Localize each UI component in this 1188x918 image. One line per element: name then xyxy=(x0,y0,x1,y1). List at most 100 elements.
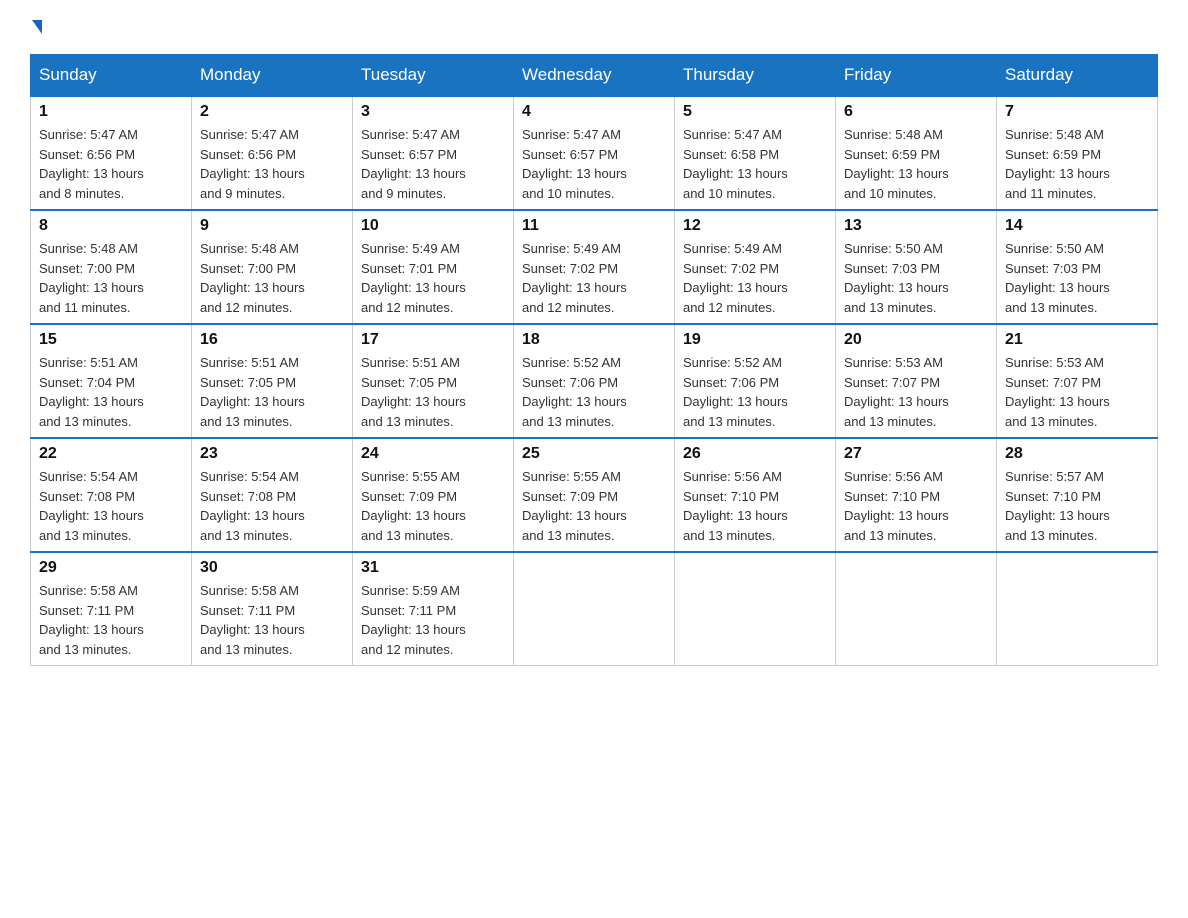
calendar-cell: 27 Sunrise: 5:56 AM Sunset: 7:10 PM Dayl… xyxy=(836,438,997,552)
calendar-cell: 2 Sunrise: 5:47 AM Sunset: 6:56 PM Dayli… xyxy=(192,96,353,210)
day-info: Sunrise: 5:57 AM Sunset: 7:10 PM Dayligh… xyxy=(1005,467,1149,545)
day-number: 1 xyxy=(39,103,183,121)
calendar-header-sunday: Sunday xyxy=(31,55,192,97)
calendar-cell: 17 Sunrise: 5:51 AM Sunset: 7:05 PM Dayl… xyxy=(353,324,514,438)
day-info: Sunrise: 5:48 AM Sunset: 7:00 PM Dayligh… xyxy=(39,239,183,317)
calendar-header-tuesday: Tuesday xyxy=(353,55,514,97)
day-number: 21 xyxy=(1005,331,1149,349)
calendar-cell: 19 Sunrise: 5:52 AM Sunset: 7:06 PM Dayl… xyxy=(675,324,836,438)
day-info: Sunrise: 5:50 AM Sunset: 7:03 PM Dayligh… xyxy=(844,239,988,317)
calendar-cell: 5 Sunrise: 5:47 AM Sunset: 6:58 PM Dayli… xyxy=(675,96,836,210)
calendar-header-row: SundayMondayTuesdayWednesdayThursdayFrid… xyxy=(31,55,1158,97)
day-info: Sunrise: 5:59 AM Sunset: 7:11 PM Dayligh… xyxy=(361,581,505,659)
calendar-cell: 9 Sunrise: 5:48 AM Sunset: 7:00 PM Dayli… xyxy=(192,210,353,324)
day-number: 27 xyxy=(844,445,988,463)
calendar-cell: 11 Sunrise: 5:49 AM Sunset: 7:02 PM Dayl… xyxy=(514,210,675,324)
day-number: 4 xyxy=(522,103,666,121)
calendar-cell: 8 Sunrise: 5:48 AM Sunset: 7:00 PM Dayli… xyxy=(31,210,192,324)
day-number: 10 xyxy=(361,217,505,235)
day-info: Sunrise: 5:48 AM Sunset: 6:59 PM Dayligh… xyxy=(1005,125,1149,203)
calendar-table: SundayMondayTuesdayWednesdayThursdayFrid… xyxy=(30,54,1158,666)
day-number: 13 xyxy=(844,217,988,235)
day-info: Sunrise: 5:52 AM Sunset: 7:06 PM Dayligh… xyxy=(683,353,827,431)
page-header xyxy=(30,20,1158,34)
day-number: 17 xyxy=(361,331,505,349)
day-info: Sunrise: 5:47 AM Sunset: 6:56 PM Dayligh… xyxy=(39,125,183,203)
day-info: Sunrise: 5:47 AM Sunset: 6:56 PM Dayligh… xyxy=(200,125,344,203)
calendar-cell xyxy=(997,552,1158,666)
logo-triangle-icon xyxy=(32,20,42,34)
calendar-cell: 24 Sunrise: 5:55 AM Sunset: 7:09 PM Dayl… xyxy=(353,438,514,552)
day-info: Sunrise: 5:49 AM Sunset: 7:02 PM Dayligh… xyxy=(683,239,827,317)
day-number: 11 xyxy=(522,217,666,235)
calendar-cell: 4 Sunrise: 5:47 AM Sunset: 6:57 PM Dayli… xyxy=(514,96,675,210)
calendar-cell: 13 Sunrise: 5:50 AM Sunset: 7:03 PM Dayl… xyxy=(836,210,997,324)
calendar-cell: 7 Sunrise: 5:48 AM Sunset: 6:59 PM Dayli… xyxy=(997,96,1158,210)
day-info: Sunrise: 5:47 AM Sunset: 6:57 PM Dayligh… xyxy=(361,125,505,203)
day-info: Sunrise: 5:47 AM Sunset: 6:58 PM Dayligh… xyxy=(683,125,827,203)
day-number: 2 xyxy=(200,103,344,121)
calendar-cell: 16 Sunrise: 5:51 AM Sunset: 7:05 PM Dayl… xyxy=(192,324,353,438)
calendar-header-thursday: Thursday xyxy=(675,55,836,97)
calendar-cell: 18 Sunrise: 5:52 AM Sunset: 7:06 PM Dayl… xyxy=(514,324,675,438)
day-info: Sunrise: 5:51 AM Sunset: 7:05 PM Dayligh… xyxy=(200,353,344,431)
day-info: Sunrise: 5:55 AM Sunset: 7:09 PM Dayligh… xyxy=(522,467,666,545)
calendar-header-saturday: Saturday xyxy=(997,55,1158,97)
day-number: 29 xyxy=(39,559,183,577)
day-info: Sunrise: 5:56 AM Sunset: 7:10 PM Dayligh… xyxy=(844,467,988,545)
calendar-cell: 22 Sunrise: 5:54 AM Sunset: 7:08 PM Dayl… xyxy=(31,438,192,552)
day-info: Sunrise: 5:48 AM Sunset: 6:59 PM Dayligh… xyxy=(844,125,988,203)
calendar-cell: 29 Sunrise: 5:58 AM Sunset: 7:11 PM Dayl… xyxy=(31,552,192,666)
day-info: Sunrise: 5:49 AM Sunset: 7:02 PM Dayligh… xyxy=(522,239,666,317)
day-number: 12 xyxy=(683,217,827,235)
day-info: Sunrise: 5:58 AM Sunset: 7:11 PM Dayligh… xyxy=(200,581,344,659)
calendar-week-5: 29 Sunrise: 5:58 AM Sunset: 7:11 PM Dayl… xyxy=(31,552,1158,666)
calendar-cell: 21 Sunrise: 5:53 AM Sunset: 7:07 PM Dayl… xyxy=(997,324,1158,438)
calendar-cell: 30 Sunrise: 5:58 AM Sunset: 7:11 PM Dayl… xyxy=(192,552,353,666)
day-number: 26 xyxy=(683,445,827,463)
calendar-header-monday: Monday xyxy=(192,55,353,97)
day-number: 7 xyxy=(1005,103,1149,121)
calendar-cell: 31 Sunrise: 5:59 AM Sunset: 7:11 PM Dayl… xyxy=(353,552,514,666)
day-number: 28 xyxy=(1005,445,1149,463)
day-info: Sunrise: 5:48 AM Sunset: 7:00 PM Dayligh… xyxy=(200,239,344,317)
day-info: Sunrise: 5:49 AM Sunset: 7:01 PM Dayligh… xyxy=(361,239,505,317)
day-info: Sunrise: 5:51 AM Sunset: 7:05 PM Dayligh… xyxy=(361,353,505,431)
calendar-week-4: 22 Sunrise: 5:54 AM Sunset: 7:08 PM Dayl… xyxy=(31,438,1158,552)
calendar-cell: 6 Sunrise: 5:48 AM Sunset: 6:59 PM Dayli… xyxy=(836,96,997,210)
calendar-cell xyxy=(514,552,675,666)
day-info: Sunrise: 5:54 AM Sunset: 7:08 PM Dayligh… xyxy=(39,467,183,545)
day-info: Sunrise: 5:53 AM Sunset: 7:07 PM Dayligh… xyxy=(1005,353,1149,431)
day-number: 3 xyxy=(361,103,505,121)
day-number: 24 xyxy=(361,445,505,463)
day-number: 22 xyxy=(39,445,183,463)
calendar-cell: 15 Sunrise: 5:51 AM Sunset: 7:04 PM Dayl… xyxy=(31,324,192,438)
calendar-cell: 3 Sunrise: 5:47 AM Sunset: 6:57 PM Dayli… xyxy=(353,96,514,210)
day-info: Sunrise: 5:52 AM Sunset: 7:06 PM Dayligh… xyxy=(522,353,666,431)
day-info: Sunrise: 5:50 AM Sunset: 7:03 PM Dayligh… xyxy=(1005,239,1149,317)
day-number: 18 xyxy=(522,331,666,349)
calendar-week-1: 1 Sunrise: 5:47 AM Sunset: 6:56 PM Dayli… xyxy=(31,96,1158,210)
day-info: Sunrise: 5:51 AM Sunset: 7:04 PM Dayligh… xyxy=(39,353,183,431)
calendar-cell: 12 Sunrise: 5:49 AM Sunset: 7:02 PM Dayl… xyxy=(675,210,836,324)
day-number: 9 xyxy=(200,217,344,235)
day-number: 5 xyxy=(683,103,827,121)
calendar-cell xyxy=(675,552,836,666)
calendar-cell: 25 Sunrise: 5:55 AM Sunset: 7:09 PM Dayl… xyxy=(514,438,675,552)
calendar-cell: 10 Sunrise: 5:49 AM Sunset: 7:01 PM Dayl… xyxy=(353,210,514,324)
calendar-cell: 26 Sunrise: 5:56 AM Sunset: 7:10 PM Dayl… xyxy=(675,438,836,552)
day-number: 30 xyxy=(200,559,344,577)
day-number: 14 xyxy=(1005,217,1149,235)
day-number: 20 xyxy=(844,331,988,349)
day-number: 23 xyxy=(200,445,344,463)
calendar-header-wednesday: Wednesday xyxy=(514,55,675,97)
day-number: 31 xyxy=(361,559,505,577)
calendar-cell: 20 Sunrise: 5:53 AM Sunset: 7:07 PM Dayl… xyxy=(836,324,997,438)
day-number: 19 xyxy=(683,331,827,349)
calendar-cell: 28 Sunrise: 5:57 AM Sunset: 7:10 PM Dayl… xyxy=(997,438,1158,552)
day-number: 6 xyxy=(844,103,988,121)
day-info: Sunrise: 5:54 AM Sunset: 7:08 PM Dayligh… xyxy=(200,467,344,545)
day-info: Sunrise: 5:56 AM Sunset: 7:10 PM Dayligh… xyxy=(683,467,827,545)
calendar-cell: 23 Sunrise: 5:54 AM Sunset: 7:08 PM Dayl… xyxy=(192,438,353,552)
day-info: Sunrise: 5:47 AM Sunset: 6:57 PM Dayligh… xyxy=(522,125,666,203)
